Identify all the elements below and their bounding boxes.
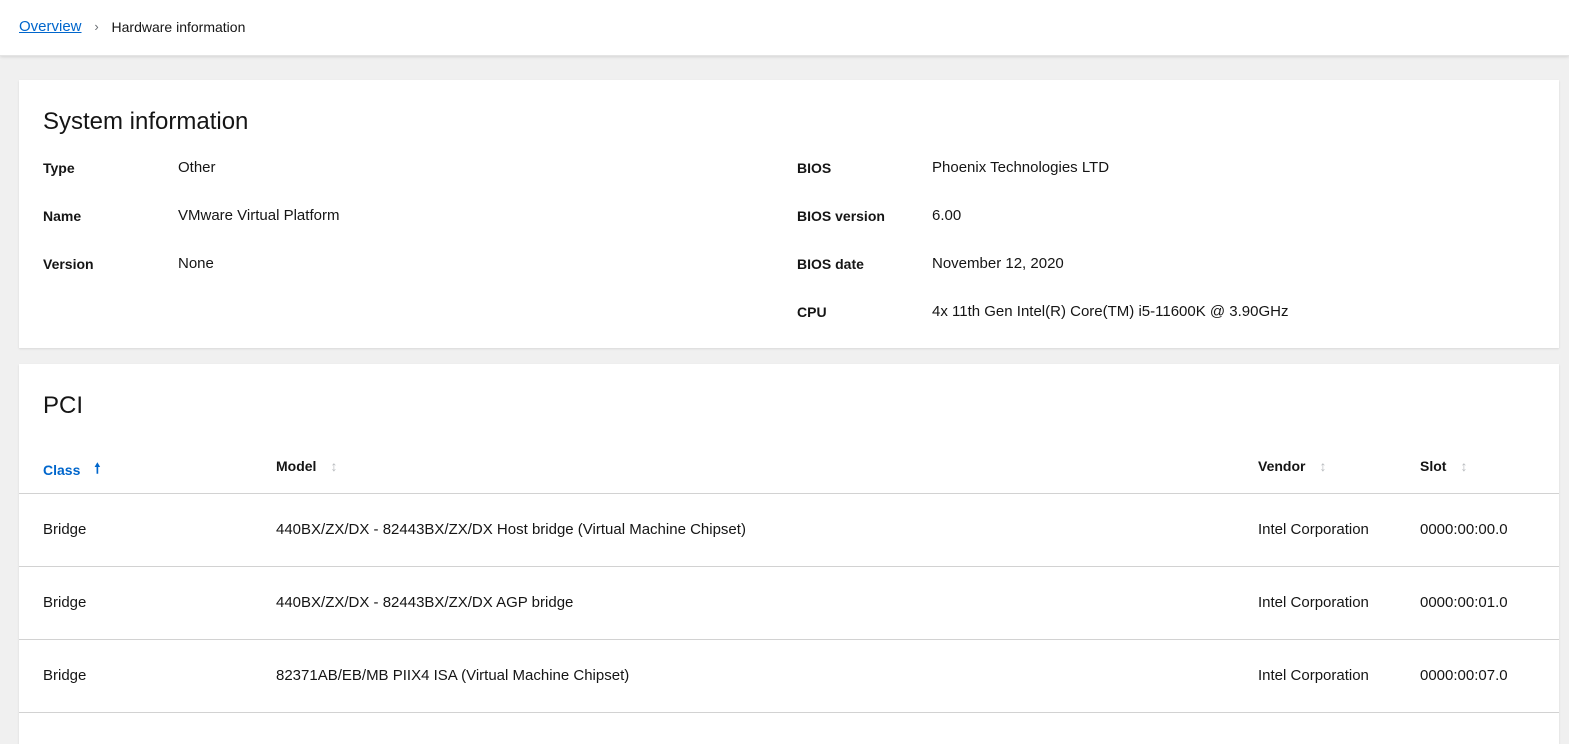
sort-both-icon: ↕ bbox=[1460, 458, 1468, 474]
sysinfo-value: Other bbox=[178, 159, 216, 176]
sysinfo-value: November 12, 2020 bbox=[932, 255, 1064, 272]
sysinfo-label: Type bbox=[43, 160, 75, 176]
cell-slot: 0000:00:00.0 bbox=[1420, 521, 1508, 538]
breadcrumb-current: Hardware information bbox=[111, 18, 246, 35]
sysinfo-value: Phoenix Technologies LTD bbox=[932, 159, 1110, 176]
chevron-right-icon: › bbox=[94, 19, 99, 34]
table-row: Bridge 440BX/ZX/DX - 82443BX/ZX/DX Host … bbox=[19, 494, 1559, 567]
sysinfo-label: Name bbox=[43, 208, 82, 224]
sysinfo-value: 4x 11th Gen Intel(R) Core(TM) i5-11600K … bbox=[932, 303, 1289, 320]
cell-vendor: Intel Corporation bbox=[1258, 667, 1369, 684]
sysinfo-label: CPU bbox=[797, 304, 827, 320]
sort-up-arrow-icon: 🠕 bbox=[94, 460, 101, 476]
sysinfo-label: BIOS date bbox=[797, 256, 864, 272]
column-header-vendor[interactable]: Vendor ↕ bbox=[1258, 458, 1326, 474]
cell-model: 440BX/ZX/DX - 82443BX/ZX/DX AGP bridge bbox=[276, 594, 574, 611]
sysinfo-label: BIOS version bbox=[797, 208, 885, 224]
cell-vendor: Intel Corporation bbox=[1258, 594, 1369, 611]
cell-class: Bridge bbox=[43, 521, 87, 538]
table-row: Bridge 440BX/ZX/DX - 82443BX/ZX/DX AGP b… bbox=[19, 567, 1559, 640]
pci-table-header: Class 🠕 Model ↕ Vendor ↕ Slot ↕ bbox=[19, 448, 1559, 494]
cell-class: Bridge bbox=[43, 594, 87, 611]
system-information-title: System information bbox=[43, 108, 249, 135]
cell-slot: 0000:00:01.0 bbox=[1420, 594, 1508, 611]
column-header-label: Vendor bbox=[1258, 458, 1306, 474]
sort-both-icon: ↕ bbox=[330, 458, 338, 474]
sysinfo-label: Version bbox=[43, 256, 94, 272]
column-header-class[interactable]: Class 🠕 bbox=[43, 458, 100, 482]
column-header-label: Model bbox=[276, 458, 317, 474]
cell-model: 82371AB/EB/MB PIIX4 ISA (Virtual Machine… bbox=[276, 667, 630, 684]
sysinfo-value: None bbox=[178, 255, 214, 272]
table-row: Bridge 82371AB/EB/MB PIIX4 ISA (Virtual … bbox=[19, 640, 1559, 713]
column-header-label: Slot bbox=[1420, 458, 1447, 474]
cell-vendor: Intel Corporation bbox=[1258, 521, 1369, 538]
breadcrumb: Overview › Hardware information bbox=[19, 18, 245, 35]
column-header-label: Class bbox=[43, 462, 81, 478]
sysinfo-value: 6.00 bbox=[932, 207, 962, 224]
cell-class: Bridge bbox=[43, 667, 87, 684]
pci-title: PCI bbox=[43, 392, 84, 419]
cell-slot: 0000:00:07.0 bbox=[1420, 667, 1508, 684]
column-header-slot[interactable]: Slot ↕ bbox=[1420, 458, 1467, 474]
pci-card: PCI Class 🠕 Model ↕ Vendor ↕ Slot ↕ Brid… bbox=[19, 364, 1559, 744]
breadcrumb-bar: Overview › Hardware information bbox=[0, 0, 1569, 56]
column-header-model[interactable]: Model ↕ bbox=[276, 458, 337, 474]
sort-both-icon: ↕ bbox=[1319, 458, 1327, 474]
breadcrumb-overview-link[interactable]: Overview bbox=[19, 18, 82, 35]
sysinfo-value: VMware Virtual Platform bbox=[178, 207, 340, 224]
cell-model: 440BX/ZX/DX - 82443BX/ZX/DX Host bridge … bbox=[276, 521, 746, 538]
sysinfo-label: BIOS bbox=[797, 160, 832, 176]
system-information-card: System information Type Other Name VMwar… bbox=[19, 80, 1559, 348]
